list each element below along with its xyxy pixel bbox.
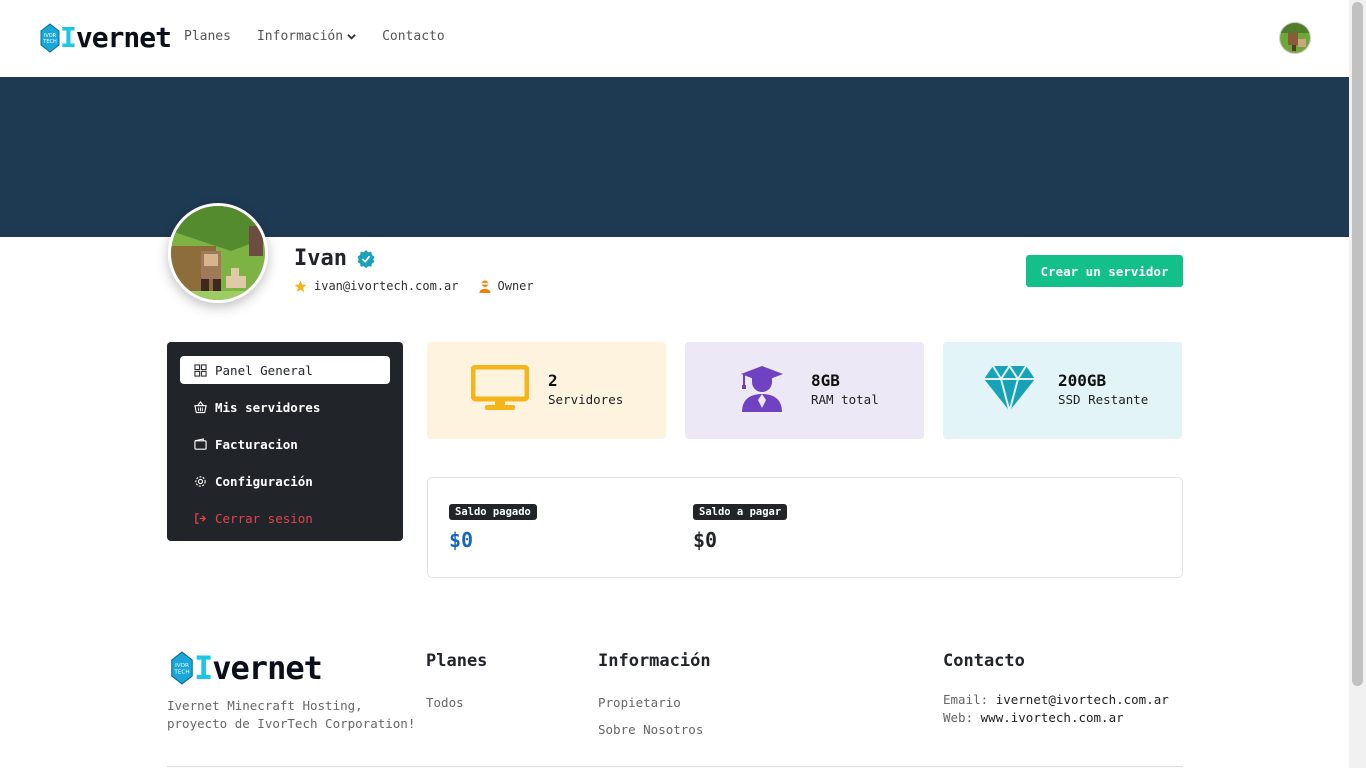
profile-avatar [168, 203, 268, 303]
wallet-icon [194, 437, 207, 450]
stat-value: 200GB [1058, 371, 1107, 390]
stat-label: SSD Restante [1058, 392, 1149, 407]
sidebar-item-mis-servidores[interactable]: Mis servidores [180, 393, 390, 421]
stat-value: 8GB [811, 371, 840, 390]
profile-name: Ivan [294, 246, 347, 271]
footer-desc-line: proyecto de IvorTech Corporation! [167, 716, 416, 731]
sidebar-item-configuracion[interactable]: Configuración [180, 467, 390, 495]
footer-divider [167, 766, 1183, 767]
stat-text: 2 Servidores [548, 372, 623, 410]
profile-role-item: Owner [478, 279, 534, 293]
footer-email-label: Email: [943, 692, 989, 707]
footer-title-planes: Planes [426, 651, 488, 671]
graduate-icon [741, 366, 783, 412]
sidebar-item-facturacion[interactable]: Facturacion [180, 430, 390, 458]
sidebar-item-label: Mis servidores [215, 399, 321, 415]
balance-panel: Saldo pagado $0 Saldo a pagar $0 [427, 477, 1183, 578]
user-avatar[interactable] [1279, 22, 1311, 54]
grid-icon [194, 363, 207, 377]
footer-web-label: Web: [943, 710, 974, 725]
monitor-icon [471, 365, 529, 410]
footer-title-informacion: Información [598, 651, 711, 671]
profile-meta: ivan@ivortech.com.ar Owner [294, 279, 534, 293]
footer-desc-line: Ivernet Minecraft Hosting, [167, 698, 363, 713]
sidebar-item-label: Configuración [215, 473, 313, 489]
profile-role: Owner [497, 279, 534, 293]
balance-due-amount: $0 [693, 528, 718, 552]
profile-email: ivan@ivortech.com.ar [314, 279, 459, 293]
stat-text: 8GB RAM total [811, 372, 879, 410]
profile-name-row: Ivan [294, 246, 375, 271]
footer-col-planes: Planes Todos [426, 651, 487, 719]
balance-paid: Saldo pagado $0 [449, 500, 537, 552]
svg-text:IVOR: IVOR [175, 663, 189, 669]
sidebar-item-cerrar-sesion[interactable]: Cerrar sesion [180, 504, 390, 532]
footer-contact-email: Email: ivernet@ivortech.com.ar [943, 691, 1169, 709]
nav-link-informacion-label: Información [256, 29, 344, 44]
footer-link-todos[interactable]: Todos [426, 695, 487, 710]
page-scrollbar[interactable] [1349, 0, 1366, 768]
stat-value: 2 [548, 371, 558, 390]
stat-text: 200GB SSD Restante [1058, 372, 1148, 410]
star-icon [294, 280, 307, 292]
balance-paid-amount: $0 [449, 528, 474, 552]
footer-link-sobre-nosotros[interactable]: Sobre Nosotros [598, 722, 711, 737]
brand-badge-icon: IVOR TECH [171, 651, 193, 685]
svg-text:TECH: TECH [173, 670, 189, 676]
footer-email-value[interactable]: ivernet@ivortech.com.ar [996, 692, 1169, 707]
balance-paid-badge: Saldo pagado [449, 504, 537, 520]
stat-label: Servidores [548, 392, 624, 407]
footer-description: Ivernet Minecraft Hosting, proyecto de I… [167, 697, 427, 733]
brand-name: Ivernet [60, 21, 172, 54]
basket-icon [194, 400, 207, 413]
profile-email-item: ivan@ivortech.com.ar [294, 279, 459, 293]
logout-icon [195, 512, 207, 524]
nav-link-contacto[interactable]: Contacto [382, 29, 445, 44]
footer-link-propietario[interactable]: Propietario [598, 695, 711, 710]
footer-brand-logo[interactable]: IVOR TECH Ivernet [170, 649, 323, 687]
brand-logo[interactable]: IVOR TECH Ivernet [40, 21, 172, 54]
owner-icon [478, 279, 491, 293]
nav-link-informacion[interactable]: Información [257, 29, 356, 44]
footer-col-informacion: Información Propietario Sobre Nosotros [598, 651, 711, 746]
diamond-icon [984, 364, 1035, 412]
nav-links: Planes Información Contacto [184, 29, 445, 44]
balance-due: Saldo a pagar $0 [693, 500, 788, 552]
sidebar-item-label: Facturacion [215, 436, 298, 452]
avatar-image [1280, 23, 1310, 53]
footer-title-contacto: Contacto [943, 651, 1025, 671]
stat-card-ssd: 200GB SSD Restante [943, 342, 1182, 439]
nav-link-planes[interactable]: Planes [184, 29, 231, 44]
sidebar-item-panel-general[interactable]: Panel General [180, 356, 390, 384]
gear-icon [195, 475, 206, 487]
verified-badge-icon [357, 249, 375, 268]
footer-brand-name: Ivernet [194, 649, 323, 687]
navbar: IVOR TECH Ivernet Planes Información Con… [0, 0, 1349, 77]
profile-avatar-image [171, 206, 265, 300]
footer-col-contacto: Contacto Email: ivernet@ivortech.com.ar … [943, 651, 1169, 727]
sidebar-item-label: Cerrar sesion [215, 510, 313, 526]
stat-card-servidores: 2 Servidores [427, 342, 666, 439]
create-server-button[interactable]: Crear un servidor [1026, 255, 1183, 287]
sidebar: Panel General Mis servidores Facturacion… [167, 342, 403, 541]
chevron-down-icon [347, 34, 356, 40]
sidebar-item-label: Panel General [215, 362, 313, 378]
svg-text:TECH: TECH [42, 39, 57, 45]
footer-web-value[interactable]: www.ivortech.com.ar [981, 710, 1124, 725]
scrollbar-thumb[interactable] [1352, 2, 1363, 686]
stat-card-ram: 8GB RAM total [685, 342, 924, 439]
stat-label: RAM total [811, 392, 879, 407]
brand-badge-icon: IVOR TECH [40, 23, 60, 53]
footer-contact-web: Web: www.ivortech.com.ar [943, 709, 1169, 727]
balance-due-badge: Saldo a pagar [693, 504, 788, 520]
